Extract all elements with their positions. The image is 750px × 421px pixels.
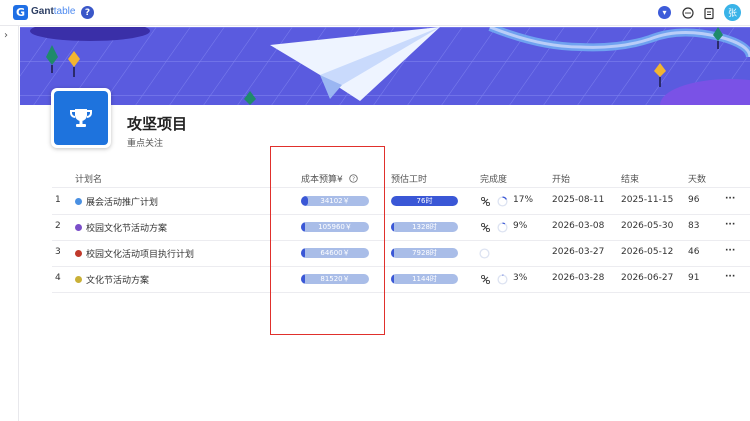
help-icon[interactable]: ?: [81, 6, 94, 19]
row-index: 2: [55, 221, 61, 231]
days-value: 96: [688, 195, 700, 205]
start-date[interactable]: 2025-08-11: [552, 195, 604, 205]
progress-value: 17%: [513, 195, 534, 205]
row-divider: [52, 240, 750, 241]
column-header-days[interactable]: 天数: [688, 172, 706, 185]
row-index: 1: [55, 195, 61, 205]
app-name: Ganttable: [31, 6, 76, 17]
start-date[interactable]: 2026-03-28: [552, 273, 604, 283]
hours-value: 76时: [416, 197, 433, 205]
link-icon[interactable]: [480, 274, 491, 285]
progress-ring: [497, 195, 508, 207]
column-header-end[interactable]: 结束: [621, 172, 639, 185]
chevron-down-icon[interactable]: ▾: [658, 6, 671, 19]
header-divider: [52, 187, 750, 188]
highlight-box: [270, 146, 385, 335]
column-header-start[interactable]: 开始: [552, 172, 570, 185]
days-value: 46: [688, 247, 700, 257]
more-icon[interactable]: ···: [725, 272, 735, 282]
more-icon[interactable]: ···: [725, 194, 735, 204]
row-divider: [52, 266, 750, 267]
plan-name[interactable]: 校园文化活动项目执行计划: [86, 247, 194, 260]
link-icon[interactable]: [480, 222, 491, 233]
project-banner: [20, 27, 750, 105]
more-icon[interactable]: ···: [725, 246, 735, 256]
hours-value: 1144时: [412, 275, 437, 283]
end-date[interactable]: 2026-05-12: [621, 247, 673, 257]
row-divider: [52, 292, 750, 293]
row-divider: [52, 214, 750, 215]
project-title: 攻坚项目: [127, 115, 188, 133]
app-logo[interactable]: G: [13, 5, 28, 20]
status-dot: [75, 223, 82, 231]
status-dot: [75, 197, 82, 205]
progress-ring: [497, 273, 508, 285]
start-date[interactable]: 2026-03-08: [552, 221, 604, 231]
link-icon[interactable]: [480, 196, 491, 207]
start-date[interactable]: 2026-03-27: [552, 247, 604, 257]
plan-name[interactable]: 展会活动推广计划: [86, 195, 158, 208]
end-date[interactable]: 2026-06-27: [621, 273, 673, 283]
top-bar: G Ganttable ? ▾ 张: [0, 0, 750, 26]
days-value: 91: [688, 273, 700, 283]
sidebar-expand-icon[interactable]: ›: [4, 30, 8, 41]
project-card: [51, 88, 111, 148]
end-date[interactable]: 2025-11-15: [621, 195, 673, 205]
progress-value: 9%: [513, 221, 528, 231]
chat-icon[interactable]: [681, 6, 695, 20]
hours-value: 1328时: [412, 223, 437, 231]
status-dot: [75, 249, 82, 257]
clipboard-icon[interactable]: [702, 6, 716, 20]
end-date[interactable]: 2026-05-30: [621, 221, 673, 231]
column-header-hours[interactable]: 预估工时: [391, 172, 427, 185]
trophy-icon: [54, 91, 108, 145]
hours-bar: 76时: [391, 196, 458, 206]
hours-value: 7928时: [412, 249, 437, 257]
hours-bar: 1144时: [391, 274, 458, 284]
progress-value: 3%: [513, 273, 528, 283]
column-header-name[interactable]: 计划名: [75, 172, 102, 185]
more-icon[interactable]: ···: [725, 220, 735, 230]
row-index: 4: [55, 273, 61, 283]
avatar[interactable]: 张: [724, 4, 741, 21]
progress-ring: [497, 221, 508, 233]
project-subtitle: 重点关注: [127, 139, 164, 149]
row-index: 3: [55, 247, 61, 257]
plan-name[interactable]: 文化节活动方案: [86, 273, 149, 286]
progress-ring: [479, 247, 490, 259]
status-dot: [75, 275, 82, 283]
hours-bar: 7928时: [391, 248, 458, 258]
column-header-progress[interactable]: 完成度: [480, 172, 507, 185]
sidebar: ›: [0, 26, 19, 421]
days-value: 83: [688, 221, 700, 231]
hours-bar: 1328时: [391, 222, 458, 232]
plan-name[interactable]: 校园文化节活动方案: [86, 221, 167, 234]
